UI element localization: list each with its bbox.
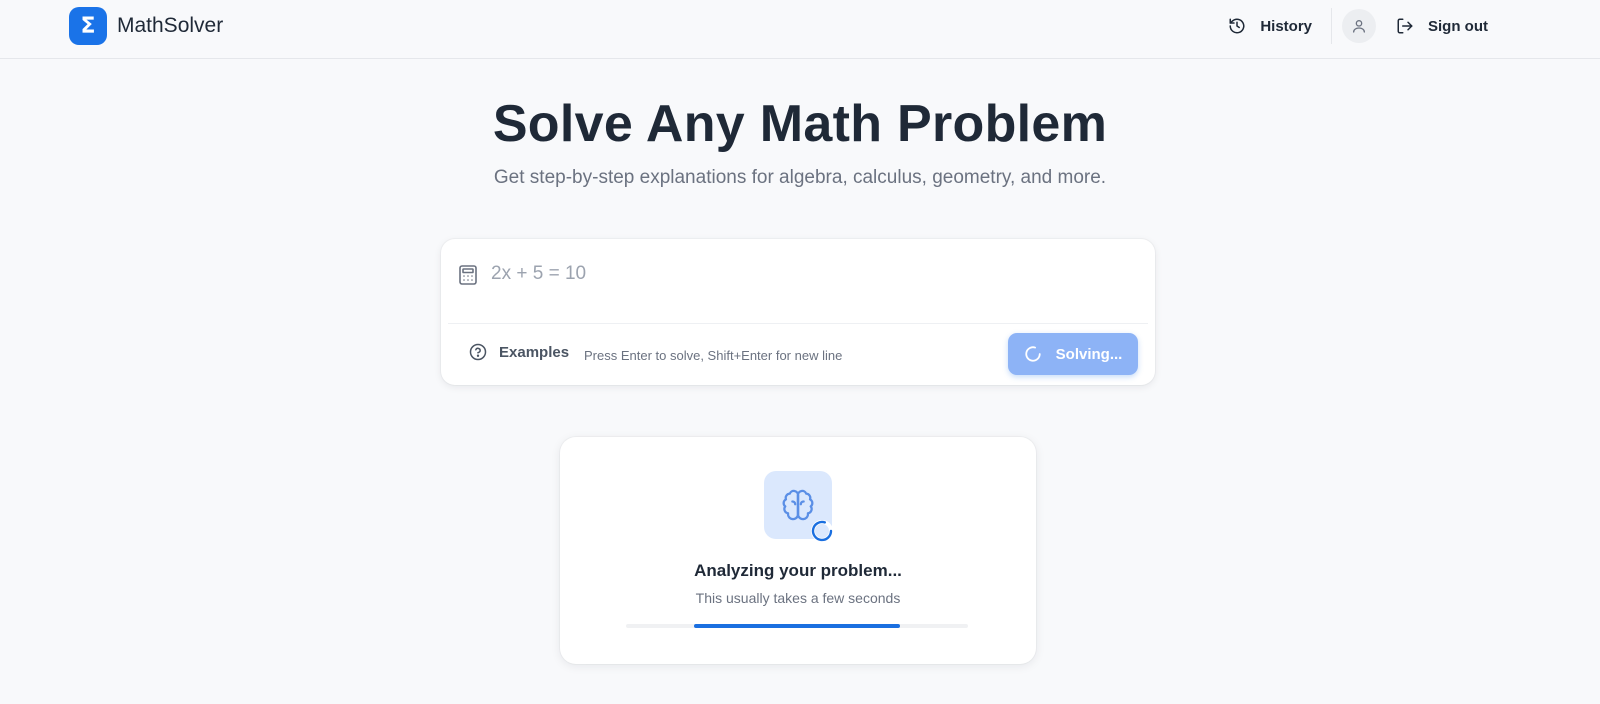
nav-divider <box>1331 8 1332 44</box>
page-title: Solve Any Math Problem <box>492 95 1108 153</box>
top-nav: Σ MathSolver History Sign out <box>0 0 1600 59</box>
progress-fill <box>694 624 900 628</box>
calculator-icon <box>459 265 477 285</box>
history-icon <box>1229 18 1245 34</box>
brand[interactable]: Σ MathSolver <box>69 7 223 45</box>
loading-spinner-icon <box>811 520 833 542</box>
app-name: MathSolver <box>117 14 224 37</box>
brain-icon <box>782 489 814 521</box>
user-icon <box>1353 20 1365 33</box>
loading-card: Analyzing your problem... This usually t… <box>560 437 1036 664</box>
loading-title: Analyzing your problem... <box>694 561 902 580</box>
sign-out-button[interactable]: Sign out <box>1396 17 1488 35</box>
problem-input[interactable] <box>491 257 1131 291</box>
progress-bar <box>626 624 968 628</box>
sign-out-icon <box>1397 18 1413 34</box>
examples-button[interactable]: Examples <box>469 343 569 361</box>
solve-label: Solving... <box>1055 345 1123 363</box>
user-avatar[interactable] <box>1342 9 1376 43</box>
spinner-icon <box>1025 346 1041 362</box>
solve-button[interactable]: Solving... <box>1008 333 1138 375</box>
page-subtitle: Get step-by-step explanations for algebr… <box>493 167 1107 188</box>
history-link[interactable]: History <box>1228 17 1312 35</box>
keyboard-hint: Press Enter to solve, Shift+Enter for ne… <box>584 348 843 363</box>
help-circle-icon <box>469 343 487 361</box>
sigma-logo-icon: Σ <box>69 7 107 45</box>
card-divider <box>448 323 1148 324</box>
history-label: History <box>1260 17 1312 35</box>
loading-subtitle: This usually takes a few seconds <box>695 590 901 606</box>
nav-actions: History Sign out <box>1228 8 1488 44</box>
problem-input-card: Examples Press Enter to solve, Shift+Ent… <box>441 239 1155 385</box>
sign-out-label: Sign out <box>1428 17 1488 35</box>
examples-label: Examples <box>499 343 570 361</box>
